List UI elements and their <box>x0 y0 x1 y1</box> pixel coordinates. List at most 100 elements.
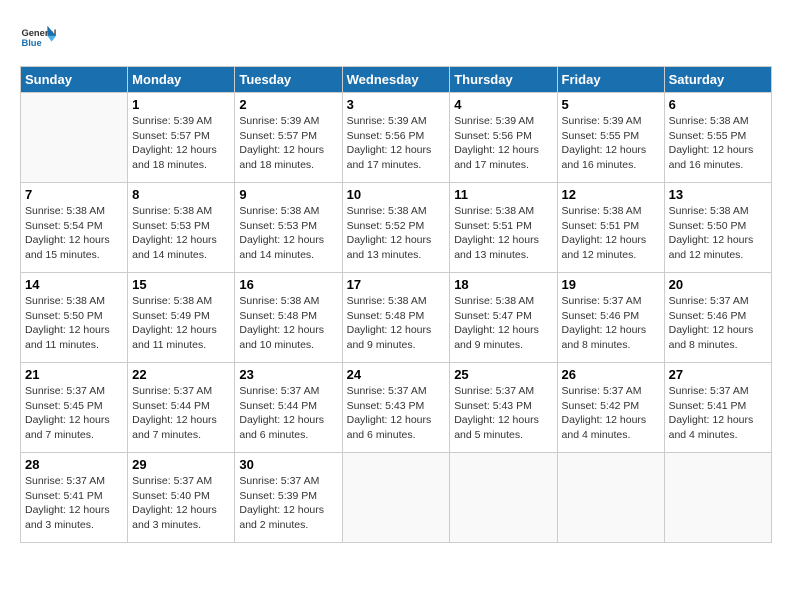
day-info: Sunrise: 5:37 AMSunset: 5:44 PMDaylight:… <box>132 384 230 443</box>
calendar-cell: 18 Sunrise: 5:38 AMSunset: 5:47 PMDayligh… <box>450 273 557 363</box>
calendar-cell: 5 Sunrise: 5:39 AMSunset: 5:55 PMDaylight… <box>557 93 664 183</box>
calendar-week-row: 21Sunrise: 5:37 AMSunset: 5:45 PMDayligh… <box>21 363 772 453</box>
day-number: 16 <box>239 277 337 292</box>
calendar-cell: 12 Sunrise: 5:38 AMSunset: 5:51 PMDayligh… <box>557 183 664 273</box>
calendar-cell: 3Sunrise: 5:39 AMSunset: 5:56 PMDaylight… <box>342 93 450 183</box>
day-number: 20 <box>669 277 767 292</box>
day-number: 4 <box>454 97 552 112</box>
day-number: 1 <box>132 97 230 112</box>
calendar-cell: 26 Sunrise: 5:37 AMSunset: 5:42 PMDayligh… <box>557 363 664 453</box>
day-number: 14 <box>25 277 123 292</box>
weekday-header: Thursday <box>450 67 557 93</box>
calendar-cell: 25Sunrise: 5:37 AMSunset: 5:43 PMDayligh… <box>450 363 557 453</box>
day-number: 17 <box>347 277 446 292</box>
svg-text:Blue: Blue <box>21 38 41 48</box>
logo: General Blue <box>20 20 56 56</box>
day-number: 15 <box>132 277 230 292</box>
day-info: Sunrise: 5:38 AMSunset: 5:52 PMDaylight:… <box>347 204 446 263</box>
day-number: 5 <box>562 97 660 112</box>
day-number: 9 <box>239 187 337 202</box>
calendar-cell: 30 Sunrise: 5:37 AMSunset: 5:39 PMDayligh… <box>235 453 342 543</box>
day-info: Sunrise: 5:38 AMSunset: 5:50 PMDaylight:… <box>669 204 767 263</box>
calendar-week-row: 28 Sunrise: 5:37 AMSunset: 5:41 PMDayligh… <box>21 453 772 543</box>
day-info: Sunrise: 5:37 AMSunset: 5:41 PMDaylight:… <box>25 474 123 533</box>
day-info: Sunrise: 5:38 AMSunset: 5:55 PMDaylight:… <box>669 114 767 173</box>
calendar-cell <box>342 453 450 543</box>
day-number: 19 <box>562 277 660 292</box>
day-number: 7 <box>25 187 123 202</box>
weekday-header: Monday <box>128 67 235 93</box>
day-info: Sunrise: 5:37 AMSunset: 5:41 PMDaylight:… <box>669 384 767 443</box>
calendar-cell: 23 Sunrise: 5:37 AMSunset: 5:44 PMDayligh… <box>235 363 342 453</box>
calendar-cell: 4 Sunrise: 5:39 AMSunset: 5:56 PMDaylight… <box>450 93 557 183</box>
day-info: Sunrise: 5:38 AMSunset: 5:48 PMDaylight:… <box>347 294 446 353</box>
day-info: Sunrise: 5:37 AMSunset: 5:44 PMDaylight:… <box>239 384 337 443</box>
calendar-cell: 8 Sunrise: 5:38 AMSunset: 5:53 PMDaylight… <box>128 183 235 273</box>
day-number: 18 <box>454 277 552 292</box>
calendar-table: SundayMondayTuesdayWednesdayThursdayFrid… <box>20 66 772 543</box>
calendar-cell: 1 Sunrise: 5:39 AMSunset: 5:57 PMDaylight… <box>128 93 235 183</box>
calendar-cell: 16 Sunrise: 5:38 AMSunset: 5:48 PMDayligh… <box>235 273 342 363</box>
day-number: 30 <box>239 457 337 472</box>
calendar-cell <box>450 453 557 543</box>
calendar-cell: 15 Sunrise: 5:38 AMSunset: 5:49 PMDayligh… <box>128 273 235 363</box>
day-info: Sunrise: 5:39 AMSunset: 5:56 PMDaylight:… <box>454 114 552 173</box>
day-number: 8 <box>132 187 230 202</box>
calendar-cell <box>557 453 664 543</box>
day-number: 10 <box>347 187 446 202</box>
calendar-cell: 2 Sunrise: 5:39 AMSunset: 5:57 PMDaylight… <box>235 93 342 183</box>
calendar-week-row: 14Sunrise: 5:38 AMSunset: 5:50 PMDayligh… <box>21 273 772 363</box>
day-info: Sunrise: 5:39 AMSunset: 5:55 PMDaylight:… <box>562 114 660 173</box>
day-info: Sunrise: 5:37 AMSunset: 5:39 PMDaylight:… <box>239 474 337 533</box>
calendar-cell: 24Sunrise: 5:37 AMSunset: 5:43 PMDayligh… <box>342 363 450 453</box>
day-number: 13 <box>669 187 767 202</box>
page-header: General Blue <box>20 20 772 56</box>
calendar-cell <box>21 93 128 183</box>
day-number: 27 <box>669 367 767 382</box>
day-info: Sunrise: 5:38 AMSunset: 5:49 PMDaylight:… <box>132 294 230 353</box>
calendar-cell: 19Sunrise: 5:37 AMSunset: 5:46 PMDayligh… <box>557 273 664 363</box>
day-info: Sunrise: 5:37 AMSunset: 5:46 PMDaylight:… <box>669 294 767 353</box>
day-number: 22 <box>132 367 230 382</box>
calendar-week-row: 1 Sunrise: 5:39 AMSunset: 5:57 PMDaylight… <box>21 93 772 183</box>
day-info: Sunrise: 5:38 AMSunset: 5:48 PMDaylight:… <box>239 294 337 353</box>
day-info: Sunrise: 5:38 AMSunset: 5:53 PMDaylight:… <box>132 204 230 263</box>
day-number: 3 <box>347 97 446 112</box>
calendar-cell: 6 Sunrise: 5:38 AMSunset: 5:55 PMDaylight… <box>664 93 771 183</box>
day-number: 12 <box>562 187 660 202</box>
day-number: 6 <box>669 97 767 112</box>
calendar-cell: 17 Sunrise: 5:38 AMSunset: 5:48 PMDayligh… <box>342 273 450 363</box>
weekday-header: Friday <box>557 67 664 93</box>
calendar-cell: 28 Sunrise: 5:37 AMSunset: 5:41 PMDayligh… <box>21 453 128 543</box>
calendar-cell: 20 Sunrise: 5:37 AMSunset: 5:46 PMDayligh… <box>664 273 771 363</box>
day-info: Sunrise: 5:38 AMSunset: 5:51 PMDaylight:… <box>562 204 660 263</box>
day-info: Sunrise: 5:37 AMSunset: 5:45 PMDaylight:… <box>25 384 123 443</box>
calendar-cell: 29 Sunrise: 5:37 AMSunset: 5:40 PMDayligh… <box>128 453 235 543</box>
calendar-cell: 22 Sunrise: 5:37 AMSunset: 5:44 PMDayligh… <box>128 363 235 453</box>
day-info: Sunrise: 5:39 AMSunset: 5:57 PMDaylight:… <box>239 114 337 173</box>
day-info: Sunrise: 5:37 AMSunset: 5:40 PMDaylight:… <box>132 474 230 533</box>
calendar-week-row: 7 Sunrise: 5:38 AMSunset: 5:54 PMDaylight… <box>21 183 772 273</box>
day-info: Sunrise: 5:39 AMSunset: 5:57 PMDaylight:… <box>132 114 230 173</box>
day-info: Sunrise: 5:38 AMSunset: 5:53 PMDaylight:… <box>239 204 337 263</box>
weekday-header: Saturday <box>664 67 771 93</box>
calendar-cell: 13 Sunrise: 5:38 AMSunset: 5:50 PMDayligh… <box>664 183 771 273</box>
calendar-cell: 7 Sunrise: 5:38 AMSunset: 5:54 PMDaylight… <box>21 183 128 273</box>
weekday-header-row: SundayMondayTuesdayWednesdayThursdayFrid… <box>21 67 772 93</box>
calendar-cell: 14Sunrise: 5:38 AMSunset: 5:50 PMDayligh… <box>21 273 128 363</box>
day-number: 23 <box>239 367 337 382</box>
calendar-cell: 9 Sunrise: 5:38 AMSunset: 5:53 PMDaylight… <box>235 183 342 273</box>
day-number: 29 <box>132 457 230 472</box>
day-number: 26 <box>562 367 660 382</box>
weekday-header: Tuesday <box>235 67 342 93</box>
day-number: 24 <box>347 367 446 382</box>
day-info: Sunrise: 5:38 AMSunset: 5:54 PMDaylight:… <box>25 204 123 263</box>
calendar-cell: 10 Sunrise: 5:38 AMSunset: 5:52 PMDayligh… <box>342 183 450 273</box>
day-info: Sunrise: 5:38 AMSunset: 5:47 PMDaylight:… <box>454 294 552 353</box>
day-number: 28 <box>25 457 123 472</box>
day-info: Sunrise: 5:38 AMSunset: 5:51 PMDaylight:… <box>454 204 552 263</box>
calendar-cell <box>664 453 771 543</box>
day-number: 2 <box>239 97 337 112</box>
calendar-cell: 27 Sunrise: 5:37 AMSunset: 5:41 PMDayligh… <box>664 363 771 453</box>
day-info: Sunrise: 5:37 AMSunset: 5:42 PMDaylight:… <box>562 384 660 443</box>
